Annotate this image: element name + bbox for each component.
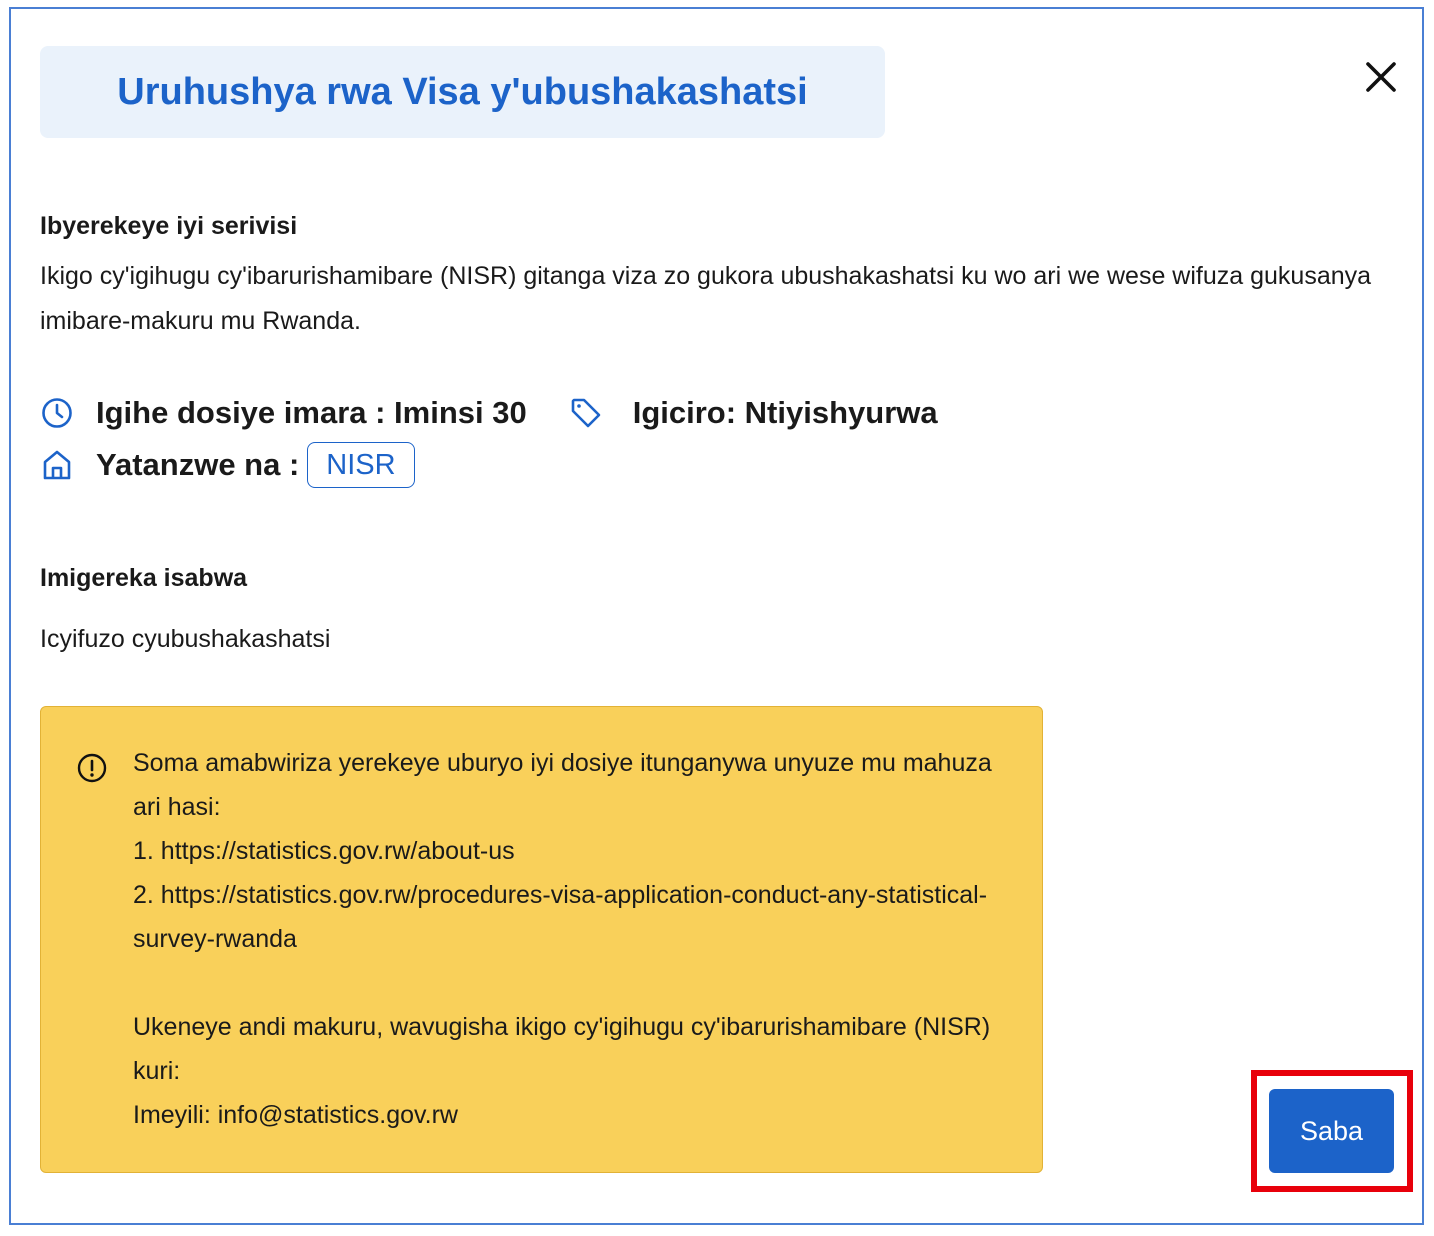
notice-box: Soma amabwiriza yerekeye uburyo iyi dosi… (40, 706, 1043, 1173)
price: Igiciro: Ntiyishyurwa (632, 395, 938, 430)
modal-title: Uruhushya rwa Visa y'ubushakashatsi (117, 70, 808, 113)
notice-link[interactable]: 1. https://statistics.gov.rw/about-us (133, 829, 1013, 873)
requirements-heading: Imigereka isabwa (40, 564, 248, 592)
about-description: Ikigo cy'igihugu cy'ibarurishamibare (NI… (40, 262, 1372, 335)
notice-line (133, 961, 1013, 1005)
about-heading: Ibyerekeye iyi serivisi (40, 212, 298, 240)
close-icon (1366, 62, 1396, 92)
provider-badge[interactable]: NISR (307, 442, 415, 488)
processing-time: Igihe dosiye imara : Iminsi 30 (96, 395, 527, 430)
notice-line: Soma amabwiriza yerekeye uburyo iyi dosi… (133, 749, 992, 821)
provider-label: Yatanzwe na : (96, 447, 300, 482)
service-modal: Uruhushya rwa Visa y'ubushakashatsi Ibye… (9, 7, 1424, 1225)
price-group: Igiciro: Ntiyishyurwa (569, 395, 938, 431)
notice-link[interactable]: 2. https://statistics.gov.rw/procedures-… (133, 873, 1013, 961)
notice-email: Imeyili: info@statistics.gov.rw (133, 1101, 458, 1129)
meta-row-time-price: Igihe dosiye imara : Iminsi 30 Igiciro: … (40, 391, 938, 435)
clock-icon (40, 396, 74, 430)
info-icon (75, 751, 109, 785)
tag-icon (569, 396, 603, 430)
notice-text: Soma amabwiriza yerekeye uburyo iyi dosi… (133, 741, 1013, 1137)
notice-line: Ukeneye andi makuru, wavugisha ikigo cy'… (133, 1013, 991, 1085)
modal-title-banner: Uruhushya rwa Visa y'ubushakashatsi (40, 46, 885, 138)
meta-row-provider: Yatanzwe na : NISR (40, 441, 415, 489)
submit-button[interactable]: Saba (1269, 1089, 1394, 1173)
close-button[interactable] (1361, 57, 1401, 97)
home-icon (40, 448, 74, 482)
requirement-item: Icyifuzo cyubushakashatsi (40, 625, 331, 653)
